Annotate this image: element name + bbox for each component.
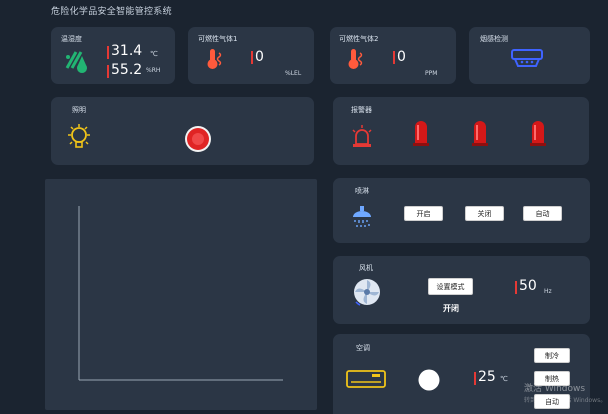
temp-indicator [107, 46, 109, 59]
air-conditioner-icon [346, 370, 386, 394]
ac-label: 空调 [356, 344, 370, 352]
humidity-icon [64, 47, 90, 77]
ac-value: 25 [478, 369, 496, 385]
thermometer-icon [347, 48, 367, 74]
smoke-card: 烟感检测 [469, 27, 590, 84]
alarm-label: 报警器 [351, 106, 372, 114]
ac-cool-button[interactable]: 制冷 [534, 348, 570, 363]
alarm-light-icon [529, 119, 547, 151]
chart-axes [78, 206, 283, 381]
alarm-card: 报警器 [333, 97, 589, 165]
thermometer-icon [206, 48, 226, 74]
app-title: 危险化学品安全智能管控系统 [51, 7, 172, 17]
gas2-indicator [393, 51, 395, 64]
fan-value: 50 [519, 278, 537, 294]
temp-unit: ℃ [150, 50, 158, 58]
siren-icon [351, 124, 373, 152]
fan-status: 开闭 [443, 304, 459, 313]
alarm-light-icon [471, 119, 489, 151]
chart-panel [45, 179, 317, 410]
ac-indicator [474, 372, 476, 385]
fan-label: 风机 [359, 264, 373, 272]
hum-value: 55.2 [111, 62, 143, 78]
smoke-detector-icon [510, 47, 544, 73]
light-toggle-button[interactable] [184, 125, 212, 157]
windows-watermark-subtitle: 转到"设置"以激活 Windows。 [524, 397, 607, 404]
humidity-card: 温湿度 31.4 ℃ 55.2 %RH [51, 27, 175, 84]
fan-icon [352, 277, 382, 311]
gas2-unit: PPM [425, 70, 438, 77]
app-window: 危险化学品安全智能管控系统 温湿度 31.4 ℃ 55.2 %RH 可燃性气体1 [0, 0, 608, 414]
fan-card: 风机 设置模式 开闭 50 Hz [333, 256, 590, 324]
fan-indicator [515, 281, 517, 294]
windows-watermark-title: 激活 Windows [524, 384, 586, 394]
lightbulb-icon [65, 123, 93, 157]
fan-unit: Hz [544, 288, 552, 295]
fan-mode-button[interactable]: 设置模式 [428, 278, 473, 295]
gas2-card: 可燃性气体2 0 PPM [330, 27, 456, 84]
gas2-value: 0 [397, 49, 406, 65]
sprinkler-card: 喷淋 开启 关闭 自动 [333, 178, 590, 243]
gas2-label: 可燃性气体2 [339, 35, 379, 43]
gas1-unit: %LEL [285, 70, 302, 77]
gas1-card: 可燃性气体1 0 %LEL [188, 27, 314, 84]
lighting-label: 照明 [72, 106, 86, 114]
alarm-light-icon [412, 119, 430, 151]
gas1-indicator [251, 51, 253, 64]
humidity-label: 温湿度 [61, 35, 82, 43]
sprinkler-auto-button[interactable]: 自动 [523, 206, 562, 221]
sprinkler-open-button[interactable]: 开启 [404, 206, 443, 221]
hum-unit: %RH [146, 67, 161, 74]
gas1-value: 0 [255, 49, 264, 65]
hum-indicator [107, 65, 109, 78]
temp-value: 31.4 [111, 43, 143, 59]
ac-power-toggle[interactable] [418, 369, 440, 395]
sprinkler-icon [350, 205, 374, 233]
gas1-label: 可燃性气体1 [198, 35, 238, 43]
sprinkler-label: 喷淋 [355, 187, 369, 195]
ac-unit: ℃ [500, 375, 508, 383]
smoke-label: 烟感检测 [480, 35, 508, 43]
sprinkler-close-button[interactable]: 关闭 [465, 206, 504, 221]
lighting-card: 照明 [51, 97, 314, 165]
